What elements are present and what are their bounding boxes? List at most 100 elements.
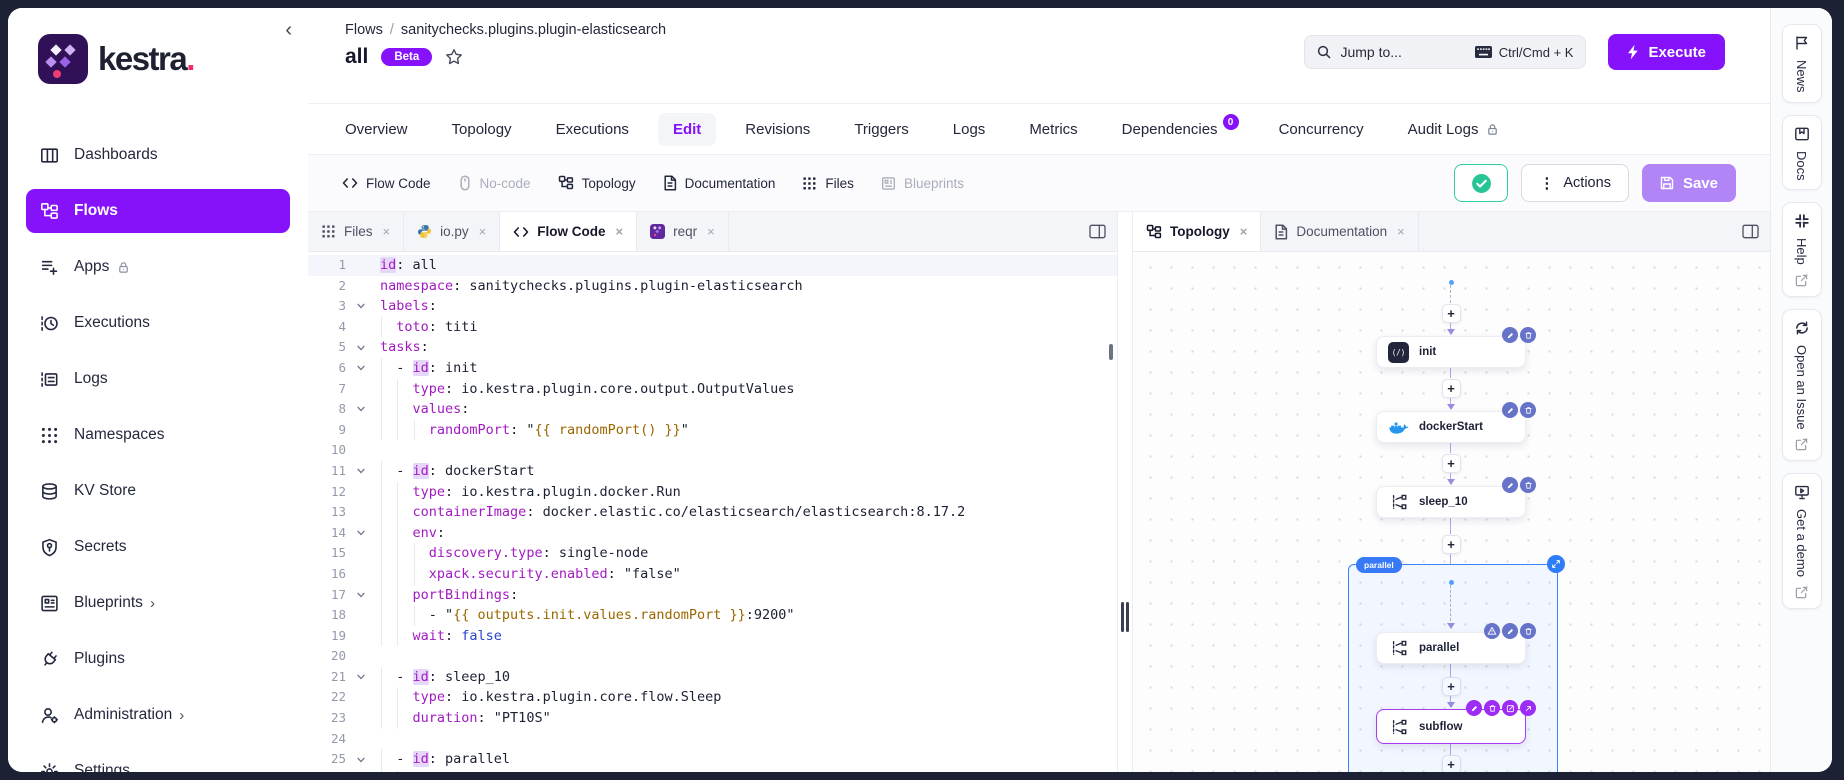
code-line[interactable]: 9 randomPort: "{{ randomPort() }}" [308, 420, 1117, 441]
code-line[interactable]: 7 type: io.kestra.plugin.core.output.Out… [308, 379, 1117, 400]
code-line[interactable]: 21 - id: sleep_10 [308, 667, 1117, 688]
view-documentation[interactable]: Documentation [663, 175, 776, 191]
code-line[interactable]: 24 [308, 729, 1117, 750]
save-button[interactable]: Save [1642, 164, 1736, 202]
view-flow-code[interactable]: Flow Code [342, 176, 431, 191]
sidebar-item-settings[interactable]: Settings [26, 749, 290, 772]
code-line[interactable]: 12 type: io.kestra.plugin.docker.Run [308, 482, 1117, 503]
fold-chevron-icon[interactable] [350, 363, 372, 373]
code-line[interactable]: 25 - id: parallel [308, 749, 1117, 770]
pencil-badge-icon[interactable] [1466, 700, 1482, 716]
editor-tab-topology[interactable]: Topology× [1133, 212, 1261, 251]
add-task-button[interactable]: + [1442, 379, 1461, 398]
sidebar-item-logs[interactable]: Logs [26, 357, 290, 401]
sidebar-item-kv-store[interactable]: KV Store [26, 469, 290, 513]
fold-chevron-icon[interactable] [350, 404, 372, 414]
group-collapse-button[interactable] [1547, 555, 1565, 573]
execute-button[interactable]: Execute [1608, 34, 1725, 70]
tab-executions[interactable]: Executions [556, 121, 629, 138]
code-line[interactable]: 26 type: io.kestra.plugin.core.flow.ForE… [308, 770, 1117, 772]
tab-revisions[interactable]: Revisions [745, 121, 810, 138]
add-task-button[interactable]: + [1442, 454, 1461, 473]
warning-badge-icon[interactable] [1484, 623, 1500, 639]
sidebar-item-namespaces[interactable]: Namespaces [26, 413, 290, 457]
pane-splitter[interactable] [1117, 212, 1133, 772]
view-no-code[interactable]: No-code [458, 175, 531, 191]
split-panel-icon[interactable] [1742, 224, 1759, 239]
rail-item-docs[interactable]: Docs [1782, 115, 1822, 191]
fold-chevron-icon[interactable] [350, 528, 372, 538]
fold-chevron-icon[interactable] [350, 343, 372, 353]
code-line[interactable]: 1id: all [308, 255, 1117, 276]
close-icon[interactable]: × [383, 224, 391, 239]
edit-box-badge-icon[interactable] [1502, 700, 1518, 716]
code-line[interactable]: 18 - "{{ outputs.init.values.randomPort … [308, 605, 1117, 626]
rail-item-news[interactable]: News [1782, 24, 1822, 103]
sidebar-item-blueprints[interactable]: Blueprints› [26, 581, 290, 625]
trash-badge-icon[interactable] [1484, 700, 1500, 716]
code-line[interactable]: 19 wait: false [308, 626, 1117, 647]
close-icon[interactable]: × [479, 224, 487, 239]
view-topology[interactable]: Topology [558, 175, 636, 191]
sidebar-item-dashboards[interactable]: Dashboards [26, 133, 290, 177]
search-input[interactable]: Jump to... Ctrl/Cmd + K [1304, 35, 1586, 69]
pencil-badge-icon[interactable] [1502, 477, 1518, 493]
validation-button[interactable] [1454, 164, 1508, 202]
code-line[interactable]: 4 toto: titi [308, 317, 1117, 338]
code-line[interactable]: 23 duration: "PT10S" [308, 708, 1117, 729]
open-badge-icon[interactable] [1520, 700, 1536, 716]
tab-overview[interactable]: Overview [345, 121, 408, 138]
actions-button[interactable]: ⋮ Actions [1521, 164, 1629, 202]
close-icon[interactable]: × [1240, 224, 1248, 239]
code-line[interactable]: 5tasks: [308, 337, 1117, 358]
sidebar-item-administration[interactable]: Administration› [26, 693, 290, 737]
trash-badge-icon[interactable] [1520, 327, 1536, 343]
rail-item-help[interactable]: Help [1782, 202, 1822, 297]
code-line[interactable]: 22 type: io.kestra.plugin.core.flow.Slee… [308, 687, 1117, 708]
fold-chevron-icon[interactable] [350, 590, 372, 600]
sidebar-item-apps[interactable]: Apps [26, 245, 290, 289]
fold-chevron-icon[interactable] [350, 672, 372, 682]
code-line[interactable]: 17 portBindings: [308, 585, 1117, 606]
tab-topology[interactable]: Topology [452, 121, 512, 138]
breadcrumb-namespace[interactable]: sanitychecks.plugins.plugin-elasticsearc… [401, 22, 666, 38]
add-task-button[interactable]: + [1442, 304, 1461, 323]
pencil-badge-icon[interactable] [1502, 623, 1518, 639]
tab-audit-logs[interactable]: Audit Logs [1408, 121, 1499, 138]
code-line[interactable]: 16 xpack.security.enabled: "false" [308, 564, 1117, 585]
sidebar-collapse-icon[interactable]: ‹ [285, 20, 292, 40]
code-line[interactable]: 13 containerImage: docker.elastic.co/ela… [308, 502, 1117, 523]
editor-tab-io-py[interactable]: io.py× [404, 212, 500, 251]
tab-dependencies[interactable]: Dependencies0 [1122, 121, 1235, 138]
tab-metrics[interactable]: Metrics [1029, 121, 1077, 138]
code-line[interactable]: 8 values: [308, 399, 1117, 420]
code-line[interactable]: 15 discovery.type: single-node [308, 543, 1117, 564]
tab-triggers[interactable]: Triggers [854, 121, 908, 138]
code-line[interactable]: 10 [308, 440, 1117, 461]
view-files[interactable]: Files [802, 176, 854, 191]
code-line[interactable]: 6 - id: init [308, 358, 1117, 379]
sidebar-item-secrets[interactable]: Secrets [26, 525, 290, 569]
star-icon[interactable] [445, 48, 463, 66]
editor-scrollbar-thumb[interactable] [1109, 344, 1113, 360]
pencil-badge-icon[interactable] [1502, 402, 1518, 418]
trash-badge-icon[interactable] [1520, 477, 1536, 493]
trash-badge-icon[interactable] [1520, 623, 1536, 639]
editor-tab-files[interactable]: Files× [308, 212, 404, 251]
fold-chevron-icon[interactable] [350, 755, 372, 765]
tab-edit[interactable]: Edit [658, 113, 716, 146]
editor-tab-flow-code[interactable]: Flow Code× [500, 212, 637, 251]
code-line[interactable]: 20 [308, 646, 1117, 667]
editor-tab-documentation[interactable]: Documentation× [1261, 212, 1418, 251]
add-task-button[interactable]: + [1442, 535, 1461, 554]
split-panel-icon[interactable] [1089, 224, 1106, 239]
kestra-logo[interactable]: kestra. [38, 34, 194, 84]
fold-chevron-icon[interactable] [350, 466, 372, 476]
code-editor[interactable]: 1id: all2namespace: sanitychecks.plugins… [308, 252, 1117, 772]
close-icon[interactable]: × [615, 224, 623, 239]
editor-tab-reqr[interactable]: reqr× [637, 212, 729, 251]
sidebar-item-flows[interactable]: Flows [26, 189, 290, 233]
trash-badge-icon[interactable] [1520, 402, 1536, 418]
view-blueprints[interactable]: Blueprints [881, 176, 964, 191]
close-icon[interactable]: × [1397, 224, 1405, 239]
